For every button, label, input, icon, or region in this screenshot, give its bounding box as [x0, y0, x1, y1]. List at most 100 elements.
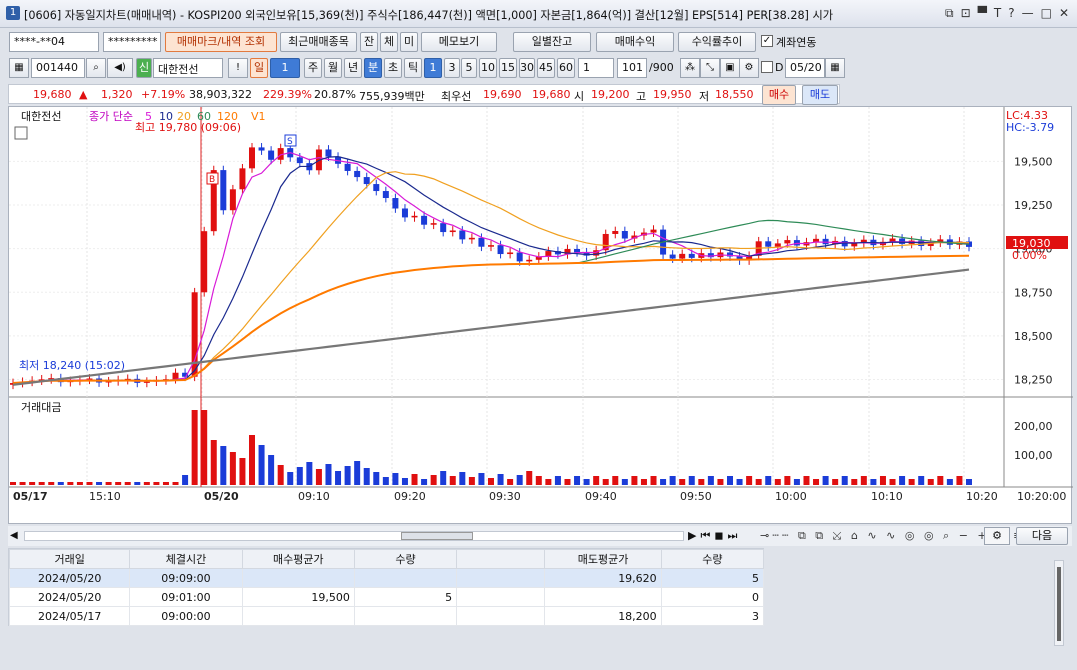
period-day[interactable]: 일 — [250, 58, 268, 78]
window-controls: ⧉ ⊡ ▀ T ? — □ ✕ — [945, 6, 1069, 21]
table-row[interactable]: 2024/05/20 09:01:00 19,500 5 0 — [8, 587, 765, 607]
search-icon[interactable]: ⌕ — [86, 58, 106, 78]
interval-45[interactable]: 45 — [537, 58, 555, 78]
maximize-icon[interactable]: □ — [1041, 6, 1052, 21]
period-day-count[interactable]: 1 — [270, 58, 300, 78]
volume-bar — [803, 476, 810, 485]
settings-icon[interactable]: ⚙ — [739, 58, 759, 78]
table-row[interactable]: 2024/05/17 09:00:00 18,200 3 — [8, 606, 765, 626]
volume-bar — [115, 482, 122, 485]
volume-bar — [832, 479, 839, 485]
font-icon[interactable]: T — [994, 6, 1001, 21]
interval-select[interactable]: 1 — [578, 58, 614, 78]
calendar-icon[interactable]: ▦ — [825, 58, 845, 78]
interval-3[interactable]: 3 — [444, 58, 460, 78]
pin-icon[interactable]: ▀ — [978, 6, 987, 21]
account-link-checkbox[interactable]: ✓ — [761, 35, 773, 47]
chart-svg[interactable]: 19,50019,25019,00018,75018,50018,25005/1… — [9, 107, 1073, 525]
volume-bar — [105, 482, 112, 485]
password-field[interactable]: ********* — [103, 32, 161, 52]
memo-button[interactable]: 메모보기 — [421, 32, 497, 52]
period-year[interactable]: 년 — [344, 58, 362, 78]
return-trend-button[interactable]: 수익률추이 — [678, 32, 756, 52]
volume-bar — [707, 476, 714, 485]
pending-button[interactable]: 미 — [400, 32, 418, 52]
table-row[interactable]: 2024/05/20 09:09:00 19,620 5 — [8, 568, 765, 588]
volume-bar — [354, 461, 361, 485]
period-tick[interactable]: 틱 — [404, 58, 422, 78]
current-price: 19,680 — [33, 88, 72, 101]
draw-icon[interactable]: ⤡ — [700, 58, 720, 78]
interval-1[interactable]: 1 — [424, 58, 442, 78]
trade-profit-button[interactable]: 매매수익 — [596, 32, 674, 52]
low-annotation: 최저 18,240 (15:02) — [19, 359, 125, 372]
count-input[interactable]: 101 — [617, 58, 647, 78]
grid-header[interactable]: 거래일 — [8, 549, 131, 569]
interval-30[interactable]: 30 — [519, 58, 535, 78]
tab-trade-marks[interactable]: 매매마크/내역 조회 — [165, 32, 277, 52]
interval-10[interactable]: 10 — [479, 58, 497, 78]
sell-button[interactable]: 매도 — [802, 85, 838, 105]
interval-5[interactable]: 5 — [461, 58, 477, 78]
scroll-left-icon[interactable]: ◀ — [10, 530, 20, 542]
tab-recent-trades[interactable]: 최근매매종목 — [280, 32, 357, 52]
volume-bar — [10, 482, 16, 485]
buy-button[interactable]: 매수 — [762, 85, 796, 105]
grid-header[interactable]: 체결시간 — [129, 549, 243, 569]
volume-bar — [927, 479, 934, 485]
account-select[interactable]: ****-**04 — [9, 32, 99, 52]
tile-icon[interactable]: ⊡ — [961, 6, 971, 21]
price-chart[interactable]: 19,500 19,250 19,000 18,750 18,500 18,250 05/1… — [8, 106, 1073, 525]
next-button[interactable]: 다음 — [1016, 527, 1068, 545]
x-tick-label: 10:20:00 — [1017, 490, 1066, 503]
period-month[interactable]: 월 — [324, 58, 342, 78]
stock-code-input[interactable]: 001440 — [31, 58, 85, 78]
long-ma-line — [12, 268, 970, 386]
indicator-icon[interactable]: ⁂ — [680, 58, 700, 78]
grid-cell: 09:00:00 — [129, 606, 243, 626]
grid-header[interactable]: 수량 — [353, 549, 458, 569]
grid-header[interactable]: 수량 — [660, 549, 765, 569]
candle — [363, 177, 370, 185]
grid-header[interactable] — [456, 549, 546, 569]
volume-bar — [258, 445, 265, 485]
grid-header[interactable]: 매수평균가 — [241, 549, 355, 569]
save-icon[interactable]: ▣ — [720, 58, 740, 78]
minimize-icon[interactable]: — — [1022, 6, 1034, 21]
interval-60[interactable]: 60 — [557, 58, 575, 78]
playback-controls[interactable]: ▶⏮◼⏭ — [688, 529, 741, 543]
candle — [296, 157, 303, 164]
close-icon[interactable]: ✕ — [1059, 6, 1069, 21]
candle — [459, 230, 466, 240]
balance-button[interactable]: 잔 — [360, 32, 378, 52]
interval-15[interactable]: 15 — [499, 58, 517, 78]
horizontal-scrollbar[interactable] — [24, 531, 684, 541]
speaker-icon[interactable]: ◀) — [107, 58, 133, 78]
candle — [373, 184, 380, 192]
volume-bar — [306, 462, 313, 485]
change-rate: +7.19% — [141, 88, 186, 101]
help-icon[interactable]: ? — [1008, 6, 1014, 21]
period-minute[interactable]: 분 — [364, 58, 382, 78]
restore-icon[interactable]: ⧉ — [945, 6, 954, 21]
chart-type-icon[interactable]: ▦ — [9, 58, 29, 78]
y-tick-label: 19,500 — [1014, 155, 1053, 168]
daily-balance-button[interactable]: 일별잔고 — [513, 32, 591, 52]
alert-button[interactable]: ! — [228, 58, 248, 78]
account-link-label: 계좌연동 — [776, 36, 817, 49]
vertical-scrollbar[interactable] — [1054, 560, 1064, 646]
volume-bar — [899, 476, 906, 485]
market-badge: 신 — [136, 58, 152, 78]
grid-header[interactable]: 매도평균가 — [544, 549, 662, 569]
date-checkbox[interactable] — [761, 61, 773, 73]
executed-button[interactable]: 체 — [380, 32, 398, 52]
date-input[interactable]: 05/20 — [785, 58, 825, 78]
volume-bar — [488, 478, 494, 485]
period-week[interactable]: 주 — [304, 58, 322, 78]
x-tick-label: 09:50 — [680, 490, 712, 503]
grid-settings-icon[interactable]: ⚙ — [984, 527, 1010, 545]
candle — [143, 381, 150, 383]
period-second[interactable]: 초 — [384, 58, 402, 78]
candle — [440, 223, 447, 233]
candle — [784, 240, 791, 244]
